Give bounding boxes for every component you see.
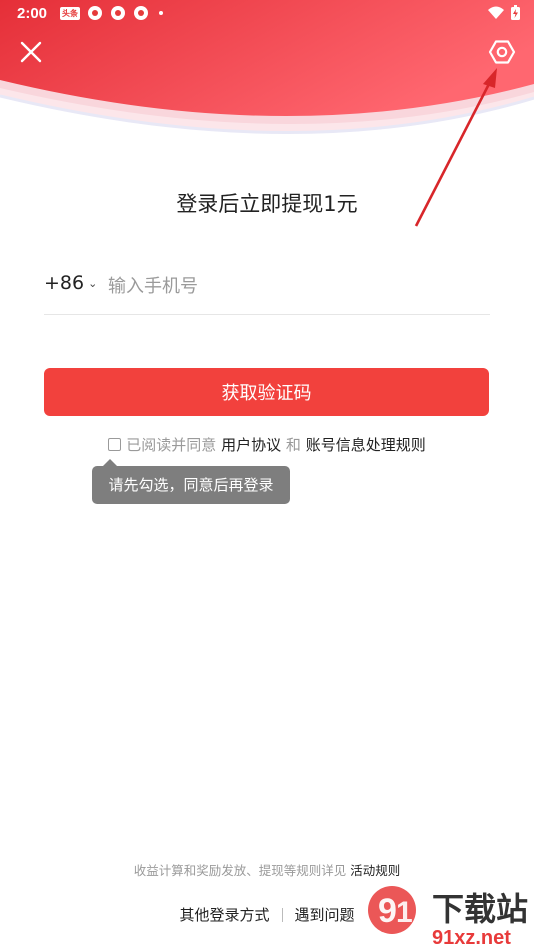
battery-icon <box>511 5 520 20</box>
agreement-row: 已阅读并同意 用户协议 和 账号信息处理规则 <box>0 434 534 455</box>
news-app-badge: 头条 <box>60 6 80 20</box>
agreement-conjunction: 和 <box>285 436 301 454</box>
agreement-tooltip: 请先勾选，同意后再登录 <box>92 459 290 504</box>
phone-input-row: +86 ⌄ <box>44 266 490 315</box>
close-icon <box>20 41 42 63</box>
country-code-selector[interactable]: +86 ⌄ <box>44 272 97 294</box>
wifi-icon <box>488 6 504 19</box>
notification-icons: 头条 <box>60 5 163 21</box>
agreement-checkbox[interactable] <box>108 438 122 451</box>
status-time: 2:00 <box>17 5 48 22</box>
watermark-title: 下载站 <box>432 890 528 928</box>
rules-text: 收益计算和奖励发放、提现等规则详见 <box>133 863 347 878</box>
country-code-value: +86 <box>44 272 85 294</box>
site-watermark-logo: 9 1 下载站 91xz.net <box>368 886 528 949</box>
svg-text:1: 1 <box>396 896 413 929</box>
page-title: 登录后立即提现1元 <box>176 192 358 216</box>
chevron-down-icon: ⌄ <box>88 276 98 290</box>
other-login-methods-link[interactable]: 其他登录方式 <box>179 906 269 924</box>
settings-hexagon-icon <box>488 40 516 64</box>
phone-number-input[interactable] <box>106 268 490 304</box>
encounter-problem-link[interactable]: 遇到问题 <box>295 906 355 924</box>
status-bar: 2:00 头条 <box>0 0 534 28</box>
app-notification-icon <box>111 6 125 20</box>
app-notification-icon <box>88 6 102 20</box>
close-button[interactable] <box>18 39 44 65</box>
svg-text:9: 9 <box>378 892 397 930</box>
agreement-prefix: 已阅读并同意 <box>126 436 217 454</box>
divider <box>281 908 283 922</box>
system-icons <box>488 5 520 20</box>
user-agreement-link[interactable]: 用户协议 <box>221 436 281 454</box>
rules-notice: 收益计算和奖励发放、提现等规则详见 活动规则 <box>0 860 534 879</box>
get-verification-code-button[interactable]: 获取验证码 <box>44 368 489 416</box>
app-notification-icon <box>134 6 148 20</box>
activity-rules-link[interactable]: 活动规则 <box>350 863 400 878</box>
account-info-rules-link[interactable]: 账号信息处理规则 <box>306 436 426 454</box>
more-notifications-dot <box>159 11 163 15</box>
settings-button[interactable] <box>488 38 516 66</box>
watermark-url: 91xz.net <box>432 927 511 949</box>
